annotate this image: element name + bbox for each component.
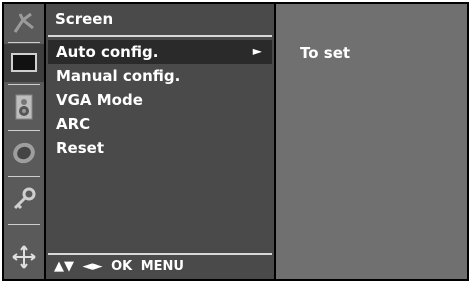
key-icon bbox=[13, 187, 36, 210]
osd-menu: Screen Auto config. ► Manual config. VGA… bbox=[2, 2, 469, 281]
ok-hint: OK bbox=[111, 259, 133, 274]
menu-item-arc[interactable]: ARC bbox=[48, 112, 272, 136]
menu-item-reset[interactable]: Reset bbox=[48, 136, 272, 160]
screen-menu-icon[interactable] bbox=[4, 44, 44, 82]
menu-item-vga-mode[interactable]: VGA Mode bbox=[48, 88, 272, 112]
station-icon bbox=[13, 12, 34, 33]
menu-item-label: VGA Mode bbox=[56, 91, 143, 109]
time-menu-icon[interactable] bbox=[4, 134, 44, 172]
menu-hint: MENU bbox=[140, 259, 184, 274]
menu-item-label: Reset bbox=[56, 139, 104, 157]
screen-menu-panel: Screen Auto config. ► Manual config. VGA… bbox=[46, 4, 274, 279]
clock-icon bbox=[13, 142, 35, 164]
title-divider bbox=[48, 35, 272, 37]
navigation-hint: ▲▼ ◄► OK MENU bbox=[54, 259, 188, 274]
cross-arrows-icon bbox=[12, 245, 36, 269]
special-menu-icon[interactable] bbox=[4, 180, 44, 218]
menu-item-manual-config[interactable]: Manual config. bbox=[48, 64, 272, 88]
setup-menu-icon[interactable] bbox=[4, 238, 44, 276]
menu-item-label: Auto config. bbox=[56, 43, 159, 61]
screen-icon bbox=[11, 53, 37, 72]
menu-item-auto-config[interactable]: Auto config. ► bbox=[48, 40, 272, 64]
menu-item-label: Manual config. bbox=[56, 67, 181, 85]
station-menu-icon[interactable] bbox=[4, 4, 44, 42]
audio-menu-icon[interactable] bbox=[4, 88, 44, 126]
left-right-arrows-icon: ◄► bbox=[82, 259, 103, 274]
speaker-icon bbox=[15, 94, 33, 120]
bottom-divider bbox=[48, 253, 272, 255]
menu-title: Screen bbox=[55, 10, 114, 28]
submenu-arrow-icon: ► bbox=[252, 44, 262, 58]
submenu-panel: To set bbox=[276, 4, 467, 279]
menu-item-label: ARC bbox=[56, 115, 91, 133]
up-down-arrows-icon: ▲▼ bbox=[54, 259, 74, 274]
to-set-option[interactable]: To set bbox=[300, 44, 350, 62]
menu-icon-bar bbox=[4, 4, 44, 279]
